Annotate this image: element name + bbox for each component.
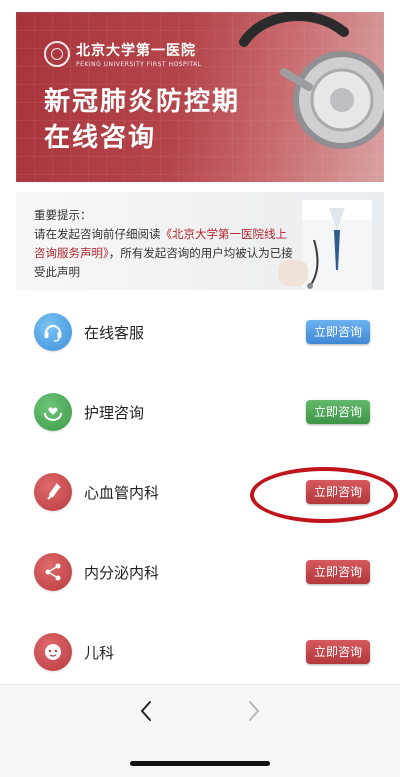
hospital-name-en: PEKING UNIVERSITY FIRST HOSPITAL	[76, 61, 202, 68]
bottom-nav-bar	[0, 684, 400, 777]
banner-title-line1: 新冠肺炎防控期	[44, 87, 241, 117]
home-indicator[interactable]	[130, 761, 270, 766]
service-row-online-support[interactable]: 在线客服 立即咨询	[0, 304, 400, 364]
consult-button-online-support[interactable]: 立即咨询	[306, 320, 370, 344]
hospital-name-cn: 北京大学第一医院	[76, 43, 196, 59]
care-hands-icon	[34, 393, 72, 431]
notice-heading: 重要提示：	[34, 208, 92, 222]
forward-chevron-icon[interactable]	[242, 699, 266, 723]
service-row-endocrinology[interactable]: 内分泌内科 立即咨询	[0, 544, 400, 604]
network-icon	[34, 553, 72, 591]
service-label: 心血管内科	[84, 484, 160, 502]
banner-title-line2: 在线咨询	[44, 123, 157, 153]
hospital-logo: 北京大学第一医院 PEKING UNIVERSITY FIRST HOSPITA…	[44, 40, 202, 68]
banner-title: 新冠肺炎防控期 在线咨询	[44, 84, 240, 156]
highlight-circle-annotation	[250, 467, 398, 523]
headset-icon	[34, 313, 72, 351]
notice-text: 重要提示： 请在发起咨询前仔细阅读《北京大学第一医院线上咨询服务声明》，所有发起…	[34, 206, 294, 282]
service-label: 在线客服	[84, 324, 145, 342]
service-row-pediatrics[interactable]: 儿科 立即咨询	[0, 624, 400, 684]
service-label: 儿科	[84, 644, 115, 662]
syringe-icon	[34, 473, 72, 511]
service-label: 内分泌内科	[84, 564, 160, 582]
notice-prefix: 请在发起咨询前仔细阅读	[34, 227, 161, 241]
stethoscope-icon	[239, 12, 384, 149]
consult-button-endocrinology[interactable]: 立即咨询	[306, 560, 370, 584]
back-chevron-icon[interactable]	[134, 699, 158, 723]
doctor-image	[278, 200, 372, 290]
banner: 北京大学第一医院 PEKING UNIVERSITY FIRST HOSPITA…	[16, 12, 384, 182]
hospital-seal-icon	[44, 41, 70, 67]
consult-button-nursing[interactable]: 立即咨询	[306, 400, 370, 424]
service-row-nursing[interactable]: 护理咨询 立即咨询	[0, 384, 400, 444]
service-label: 护理咨询	[84, 404, 145, 422]
notice-card: 重要提示： 请在发起咨询前仔细阅读《北京大学第一医院线上咨询服务声明》，所有发起…	[16, 192, 384, 290]
baby-icon	[34, 633, 72, 671]
consult-button-pediatrics[interactable]: 立即咨询	[306, 640, 370, 664]
